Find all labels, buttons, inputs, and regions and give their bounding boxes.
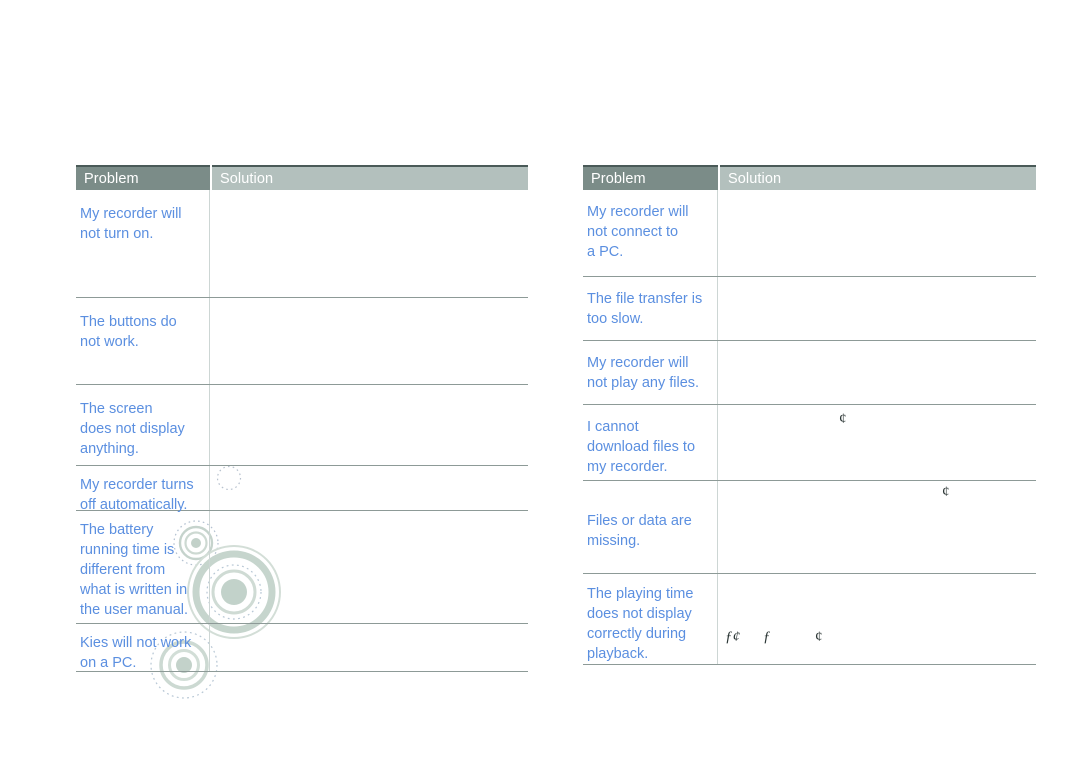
problem-cell: My recorder will not connect to a PC. [583, 190, 718, 276]
table-row: My recorder will not play any files. [583, 341, 1036, 405]
left-troubleshooting-table: Problem Solution My recorder will not tu… [76, 165, 528, 672]
problem-cell: Files or data are missing. [583, 481, 718, 573]
solution-cell [210, 298, 528, 384]
table-row: Files or data are missing. ¢ [583, 481, 1036, 574]
problem-text: My recorder turns off automatically. [80, 477, 194, 513]
left-header-problem: Problem [76, 165, 210, 190]
left-table-header-row: Problem Solution [76, 165, 528, 190]
solution-cell [210, 385, 528, 465]
solution-cell [718, 277, 1036, 340]
problem-cell: The playing time does not display correc… [583, 574, 718, 664]
problem-text: The battery running time is different fr… [80, 522, 189, 618]
table-row: I cannot download files to my recorder. … [583, 405, 1036, 481]
right-troubleshooting-table: Problem Solution My recorder will not co… [583, 165, 1036, 665]
function-glyph-mark: ƒ [763, 629, 771, 645]
table-row: My recorder turns off automatically. [76, 466, 528, 513]
problem-cell: The buttons do not work. [76, 298, 210, 384]
table-row: The playing time does not display correc… [583, 574, 1036, 665]
problem-text: The screen does not display anything. [80, 401, 185, 457]
left-header-solution: Solution [212, 165, 528, 190]
solution-cell [210, 466, 528, 510]
solution-cell [718, 341, 1036, 404]
solution-cell: ¢ [718, 405, 1036, 480]
problem-text: My recorder will not play any files. [587, 355, 700, 391]
solution-cell [210, 190, 528, 297]
problem-text: Files or data are missing. [587, 513, 692, 549]
solution-cell [718, 190, 1036, 276]
problem-cell: The battery running time is different fr… [76, 511, 210, 623]
problem-cell: My recorder will not play any files. [583, 341, 718, 404]
table-row: The screen does not display anything. [76, 385, 528, 466]
problem-text: Kies will not work on a PC. [80, 635, 192, 671]
problem-cell: The screen does not display anything. [76, 385, 210, 465]
solution-cell: ¢ [718, 481, 1036, 573]
problem-text: The file transfer is too slow. [587, 291, 703, 327]
problem-text: I cannot download files to my recorder. [587, 419, 696, 475]
table-row: The battery running time is different fr… [76, 511, 528, 624]
table-row: The file transfer is too slow. [583, 277, 1036, 341]
currency-glyph-mark: ¢ [942, 484, 950, 500]
right-table-header-row: Problem Solution [583, 165, 1036, 190]
problem-text: My recorder will not connect to a PC. [587, 204, 689, 260]
solution-cell [210, 511, 528, 623]
problem-cell: I cannot download files to my recorder. [583, 405, 718, 480]
problem-cell: My recorder will not turn on. [76, 190, 210, 297]
currency-glyph-mark: ¢ [839, 411, 847, 427]
problem-text: The playing time does not display correc… [587, 586, 694, 662]
problem-text: My recorder will not turn on. [80, 206, 182, 242]
currency-glyph-mark: ¢ [815, 629, 823, 645]
solution-cell [210, 624, 528, 671]
problem-cell: Kies will not work on a PC. [76, 624, 210, 671]
solution-cell: ƒ¢ ƒ ¢ [718, 574, 1036, 664]
page-canvas: Problem Solution My recorder will not tu… [0, 0, 1080, 762]
right-header-problem: Problem [583, 165, 718, 190]
right-header-solution: Solution [720, 165, 1036, 190]
table-row: My recorder will not connect to a PC. [583, 190, 1036, 277]
problem-cell: My recorder turns off automatically. [76, 466, 210, 513]
table-row: My recorder will not turn on. [76, 190, 528, 298]
table-row: The buttons do not work. [76, 298, 528, 385]
function-currency-glyph-mark: ƒ¢ [725, 629, 740, 645]
problem-text: The buttons do not work. [80, 314, 177, 350]
table-row: Kies will not work on a PC. [76, 624, 528, 672]
problem-cell: The file transfer is too slow. [583, 277, 718, 340]
